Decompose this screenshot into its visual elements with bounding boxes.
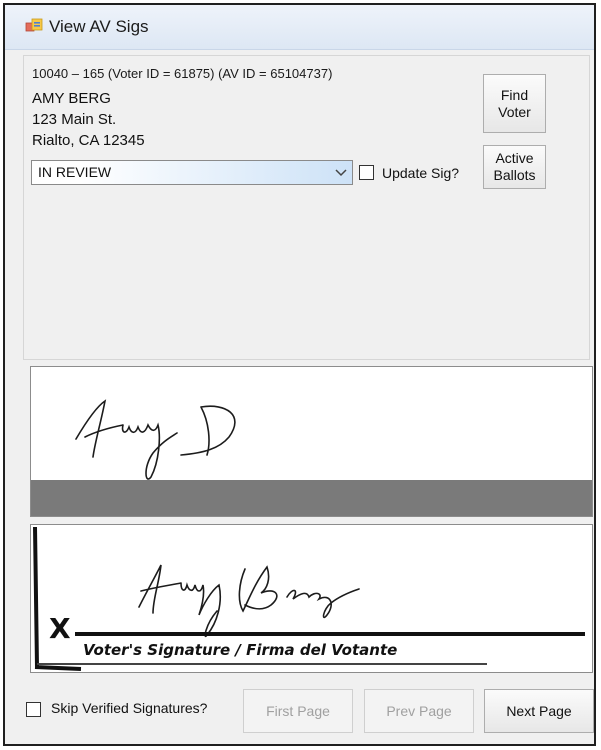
skip-verified-label: Skip Verified Signatures? (51, 700, 208, 716)
voter-street: 123 Main St. (32, 111, 117, 128)
voter-city-line: Rialto, CA 12345 (32, 132, 145, 149)
prev-page-button[interactable]: Prev Page (364, 689, 474, 733)
next-page-button[interactable]: Next Page (484, 689, 594, 733)
window-title: View AV Sigs (49, 17, 149, 36)
status-select-value: IN REVIEW (38, 164, 112, 180)
signature-caption: Voter's Signature / Firma del Votante (83, 641, 397, 659)
title-bar: View AV Sigs (5, 5, 594, 50)
voter-id-line: 10040 – 165 (Voter ID = 61875) (AV ID = … (32, 66, 333, 81)
reference-signature-image (30, 366, 593, 517)
skip-verified-checkbox[interactable] (26, 702, 41, 717)
signature-gray-band (31, 480, 592, 516)
first-page-button[interactable]: First Page (243, 689, 353, 733)
active-ballots-button[interactable]: Active Ballots (483, 145, 546, 189)
find-voter-button[interactable]: Find Voter (483, 74, 546, 133)
update-sig-label: Update Sig? (382, 165, 460, 181)
status-select[interactable]: IN REVIEW (31, 160, 353, 185)
update-sig-checkbox[interactable] (359, 165, 374, 180)
ballot-signature-image: X Voter's Signature / Firma del Votante (30, 524, 593, 673)
voter-name: AMY BERG (32, 90, 111, 107)
signature-x-mark: X (49, 612, 71, 645)
app-form-icon (25, 18, 43, 32)
chevron-down-icon[interactable] (332, 163, 350, 182)
